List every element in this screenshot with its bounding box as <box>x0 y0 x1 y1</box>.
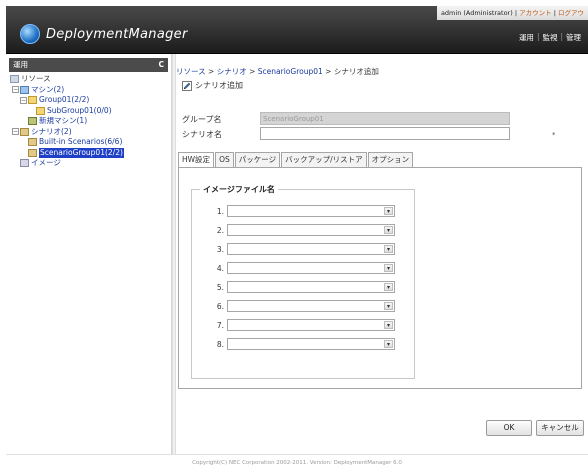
account-link[interactable]: アカウント <box>519 9 552 17</box>
footer-copyright: Copyright(C) NEC Corporation 2002-2011. … <box>6 454 588 471</box>
tab-options[interactable]: オプション <box>367 152 414 167</box>
dropdown-arrow-icon[interactable]: ▾ <box>384 340 393 348</box>
breadcrumb-scenariogroup01[interactable]: ScenarioGroup01 <box>258 67 323 76</box>
scenario-name-label: シナリオ名 <box>182 130 222 139</box>
breadcrumb-current: シナリオ追加 <box>333 67 379 76</box>
logo-text: DeploymentManager <box>46 26 188 42</box>
sidebar-title-bar: 運用 C <box>9 58 168 72</box>
tab-backup-restore[interactable]: バックアップ/リストア <box>281 152 367 167</box>
dropdown-arrow-icon[interactable]: ▾ <box>384 264 393 272</box>
image-row: 8. ▾ <box>212 338 395 350</box>
cancel-button[interactable]: キャンセル <box>536 420 584 436</box>
scenario-group-icon <box>28 148 37 157</box>
image-file-select[interactable]: ▾ <box>227 243 395 255</box>
page-title-text: シナリオ追加 <box>195 81 243 90</box>
image-row: 1. ▾ <box>212 205 395 217</box>
image-file-select[interactable]: ▾ <box>227 300 395 312</box>
required-mark: * <box>552 131 556 139</box>
image-file-select[interactable]: ▾ <box>227 338 395 350</box>
menu-monitor[interactable]: 監視 <box>539 32 560 43</box>
tab-panel-hw-settings: イメージファイル名 1. ▾ 2. ▾ 3. ▾ 4. ▾ 5. ▾ 6. ▾ … <box>178 167 582 389</box>
image-file-select[interactable]: ▾ <box>227 205 395 217</box>
menu-management[interactable]: 管理 <box>563 32 584 43</box>
dropdown-arrow-icon[interactable]: ▾ <box>384 245 393 253</box>
image-row: 4. ▾ <box>212 262 395 274</box>
image-row: 3. ▾ <box>212 243 395 255</box>
breadcrumb: リソース > シナリオ > ScenarioGroup01 > シナリオ追加 <box>176 67 379 76</box>
group-icon <box>28 96 37 105</box>
image-file-fieldset: イメージファイル名 1. ▾ 2. ▾ 3. ▾ 4. ▾ 5. ▾ 6. ▾ … <box>191 184 415 379</box>
scenario-icon <box>20 127 29 136</box>
tree-item-builtin-scenarios[interactable]: Built-in Scenarios(6/6) <box>10 137 171 148</box>
tree-item-images[interactable]: イメージ <box>10 158 171 169</box>
tree-item-scenarios[interactable]: − シナリオ(2) <box>10 127 171 138</box>
ok-button[interactable]: OK <box>486 420 532 436</box>
tab-hw-settings[interactable]: HW設定 <box>178 152 215 168</box>
logo-icon <box>20 24 40 44</box>
image-row: 5. ▾ <box>212 281 395 293</box>
tree-item-new-machine[interactable]: 新規マシン(1) <box>10 116 171 127</box>
group-icon <box>36 106 45 115</box>
main-menu: 運用 | 監視 | 管理 <box>516 32 584 43</box>
user-name: admin (Administrator) <box>440 9 513 17</box>
image-file-select[interactable]: ▾ <box>227 319 395 331</box>
machine-icon <box>20 85 29 94</box>
sidebar-title: 運用 <box>13 60 28 69</box>
group-name-label: グループ名 <box>182 115 222 124</box>
image-file-select[interactable]: ▾ <box>227 281 395 293</box>
tree-item-resource[interactable]: リソース <box>10 74 171 85</box>
collapse-icon[interactable]: − <box>12 128 19 136</box>
breadcrumb-resource[interactable]: リソース <box>176 67 206 76</box>
edit-icon <box>182 80 192 91</box>
collapse-icon[interactable]: − <box>12 86 19 94</box>
scenario-name-field[interactable] <box>260 127 510 140</box>
dropdown-arrow-icon[interactable]: ▾ <box>384 283 393 291</box>
scenario-group-icon <box>28 138 37 147</box>
logout-link[interactable]: ログアウ <box>558 9 584 17</box>
tab-bar: HW設定 OS パッケージ バックアップ/リストア オプション <box>178 152 414 168</box>
dropdown-arrow-icon[interactable]: ▾ <box>384 207 393 215</box>
resource-tree: リソース − マシン(2) − Group01(2/2) SubGroup01(… <box>6 72 171 169</box>
resource-icon <box>10 75 19 84</box>
image-icon <box>20 159 29 168</box>
tree-item-subgroup01[interactable]: SubGroup01(0/0) <box>10 106 171 117</box>
sidebar: 運用 C リソース − マシン(2) − Group01(2/2) SubGro… <box>6 54 172 454</box>
breadcrumb-scenario[interactable]: シナリオ <box>217 67 247 76</box>
tree-item-group01[interactable]: − Group01(2/2) <box>10 95 171 106</box>
image-file-select[interactable]: ▾ <box>227 262 395 274</box>
refresh-icon[interactable]: C <box>158 58 164 72</box>
new-machine-icon <box>28 117 37 126</box>
tree-item-machines[interactable]: − マシン(2) <box>10 85 171 96</box>
page-title: シナリオ追加 <box>182 80 243 91</box>
main-content: リソース > シナリオ > ScenarioGroup01 > シナリオ追加 シ… <box>176 54 588 454</box>
dropdown-arrow-icon[interactable]: ▾ <box>384 226 393 234</box>
menu-operation[interactable]: 運用 <box>516 32 537 43</box>
logo: DeploymentManager <box>20 24 188 44</box>
user-bar: admin (Administrator) | アカウント | ログアウ <box>436 6 588 20</box>
app-header: admin (Administrator) | アカウント | ログアウ Dep… <box>6 6 588 54</box>
image-row: 2. ▾ <box>212 224 395 236</box>
image-file-select[interactable]: ▾ <box>227 224 395 236</box>
image-row: 6. ▾ <box>212 300 395 312</box>
group-name-field <box>260 112 510 125</box>
tab-os[interactable]: OS <box>215 152 234 167</box>
dropdown-arrow-icon[interactable]: ▾ <box>384 302 393 310</box>
tab-package[interactable]: パッケージ <box>234 152 281 167</box>
dropdown-arrow-icon[interactable]: ▾ <box>384 321 393 329</box>
image-file-legend: イメージファイル名 <box>200 184 278 195</box>
image-row: 7. ▾ <box>212 319 395 331</box>
tree-item-scenariogroup01[interactable]: ScenarioGroup01(2/2) <box>10 147 171 158</box>
collapse-icon[interactable]: − <box>20 96 27 104</box>
